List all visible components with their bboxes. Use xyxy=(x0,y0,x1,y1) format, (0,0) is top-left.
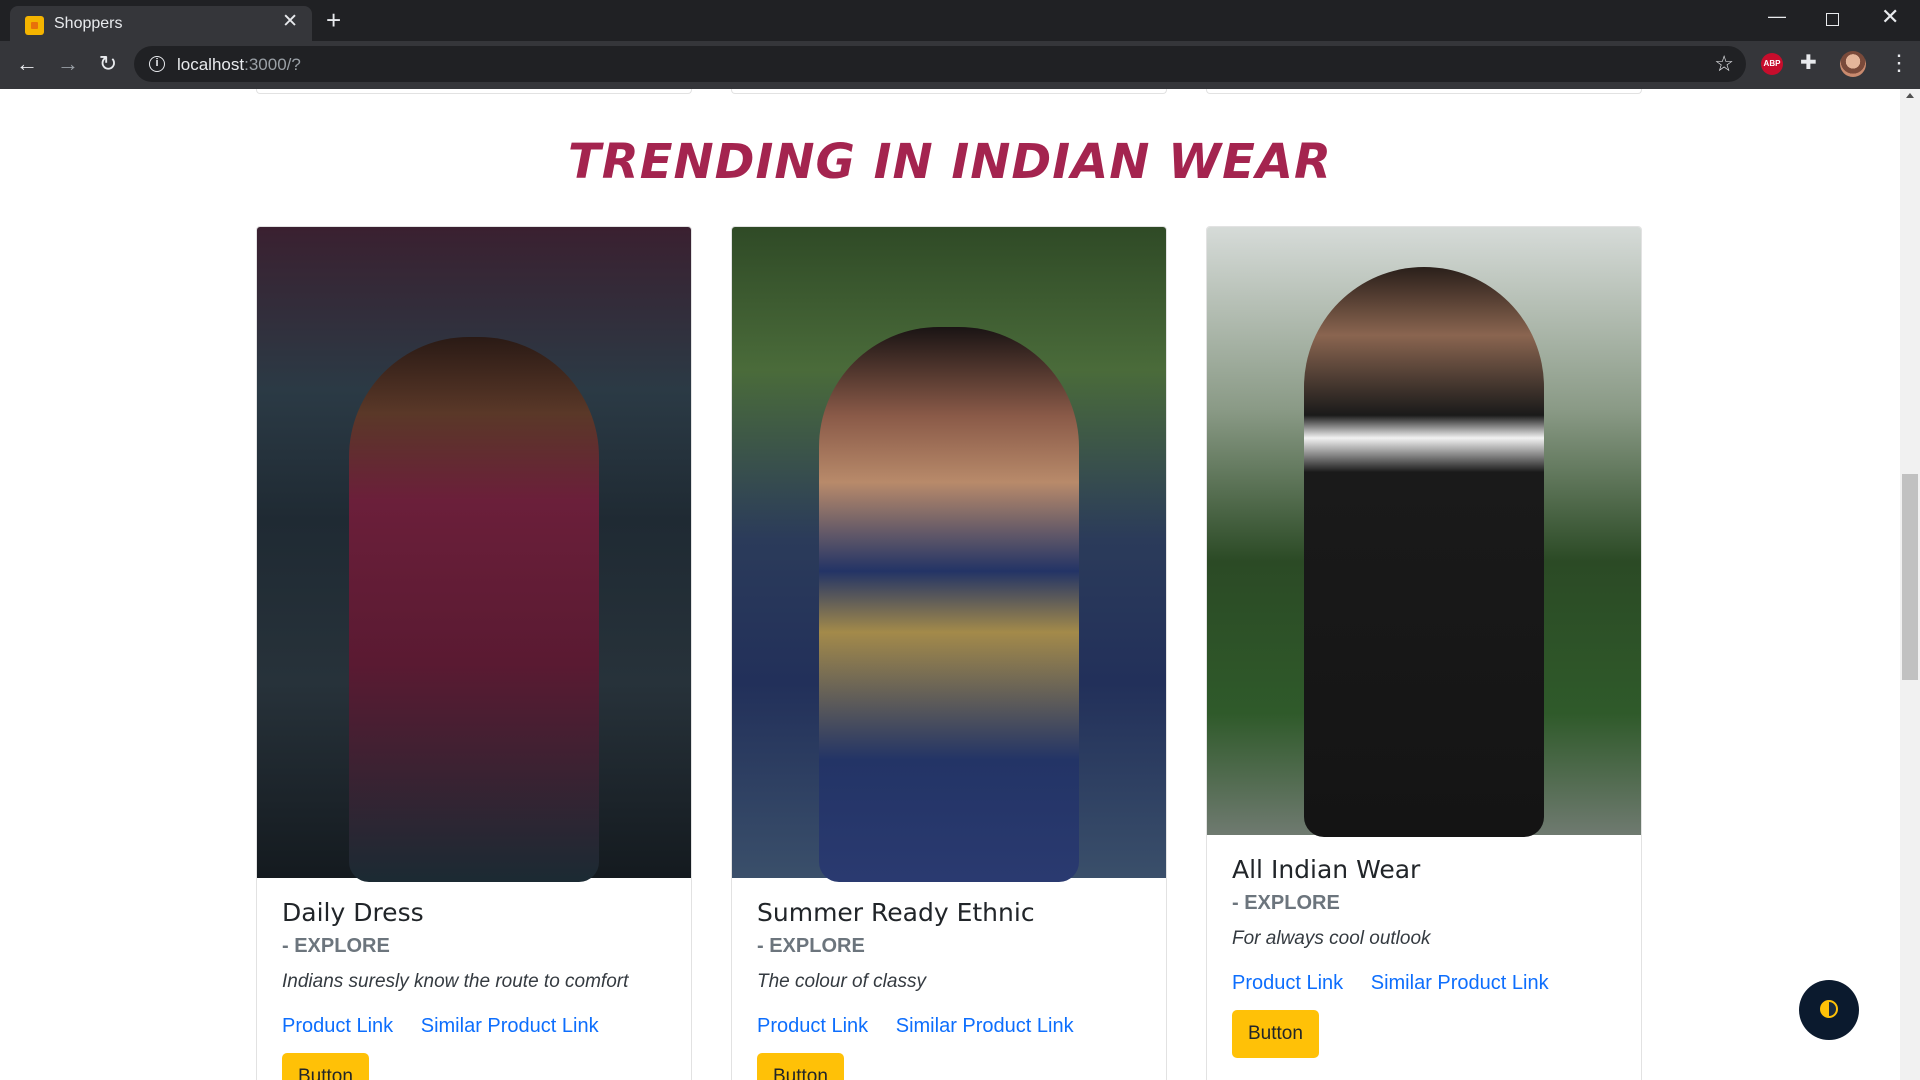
info-icon[interactable]: i xyxy=(149,56,165,72)
reload-icon[interactable]: ↻ xyxy=(94,50,122,78)
page-scrollbar[interactable] xyxy=(1900,89,1920,1080)
product-image xyxy=(257,227,691,882)
card-body: Summer Ready Ethnic - EXPLORE The colour… xyxy=(757,897,1147,1080)
card-text: For always cool outlook xyxy=(1232,928,1431,949)
product-card: All Indian Wear - EXPLORE For always coo… xyxy=(1206,226,1642,1080)
product-link[interactable]: Product Link xyxy=(757,1015,868,1037)
tab-title: Shoppers xyxy=(54,15,123,32)
model-figure xyxy=(1304,267,1544,837)
browser-tab[interactable]: Shoppers ✕ xyxy=(10,6,312,41)
kebab-menu-icon[interactable]: ⋮ xyxy=(1888,49,1910,77)
product-image xyxy=(1207,227,1641,837)
previous-card-bottom xyxy=(1206,89,1642,94)
adblock-extension-icon[interactable]: ABP xyxy=(1761,53,1783,75)
favicon-icon xyxy=(25,16,44,35)
card-body: Daily Dress - EXPLORE Indians suresly kn… xyxy=(282,897,672,1080)
arrow-right-icon[interactable]: → xyxy=(54,50,82,78)
restore-icon[interactable] xyxy=(1826,13,1839,26)
page-viewport: TRENDING IN INDIAN WEAR Daily Dress - EX… xyxy=(0,89,1900,1080)
card-subtitle: - EXPLORE xyxy=(757,935,865,957)
previous-card-bottom xyxy=(731,89,1167,94)
card-links: Product Link Similar Product Link xyxy=(757,1013,1147,1039)
card-links: Product Link Similar Product Link xyxy=(282,1013,672,1039)
url-path: :3000/? xyxy=(244,55,301,74)
avatar[interactable] xyxy=(1840,51,1866,77)
card-text: Indians suresly know the route to comfor… xyxy=(282,971,629,992)
arrow-left-icon[interactable]: ← xyxy=(13,50,41,78)
card-title: All Indian Wear xyxy=(1232,855,1421,884)
card-title: Daily Dress xyxy=(282,898,424,927)
browser-tab-bar: Shoppers ✕ + — ✕ xyxy=(0,0,1920,41)
product-link[interactable]: Product Link xyxy=(282,1015,393,1037)
url-host: localhost xyxy=(177,55,245,74)
similar-product-link[interactable]: Similar Product Link xyxy=(1371,972,1549,994)
theme-toggle-button[interactable] xyxy=(1799,980,1859,1040)
puzzle-icon[interactable]: ✚ xyxy=(1800,50,1817,75)
card-title: Summer Ready Ethnic xyxy=(757,898,1035,927)
address-bar[interactable]: i localhost:3000/? ☆ xyxy=(134,46,1746,82)
scroll-up-icon[interactable] xyxy=(1906,93,1914,98)
product-card: Summer Ready Ethnic - EXPLORE The colour… xyxy=(731,226,1167,1080)
card-subtitle: - EXPLORE xyxy=(282,935,390,957)
card-links: Product Link Similar Product Link xyxy=(1232,970,1622,996)
product-image xyxy=(732,227,1166,882)
browser-toolbar: ← → ↻ i localhost:3000/? ☆ ABP ✚ ⋮ xyxy=(0,41,1920,89)
window-close-icon[interactable]: ✕ xyxy=(1881,5,1899,29)
card-button[interactable]: Button xyxy=(1232,1010,1319,1058)
new-tab-icon[interactable]: + xyxy=(326,6,341,34)
model-figure xyxy=(819,327,1079,882)
similar-product-link[interactable]: Similar Product Link xyxy=(896,1015,1074,1037)
card-body: All Indian Wear - EXPLORE For always coo… xyxy=(1232,854,1622,1058)
minimize-icon[interactable]: — xyxy=(1768,4,1786,28)
section-title: TRENDING IN INDIAN WEAR xyxy=(568,134,1332,190)
star-icon[interactable]: ☆ xyxy=(1714,51,1734,77)
card-button[interactable]: Button xyxy=(757,1053,844,1080)
previous-card-bottom xyxy=(256,89,692,94)
card-subtitle: - EXPLORE xyxy=(1232,892,1340,914)
url-text[interactable]: localhost:3000/? xyxy=(177,55,301,75)
scroll-thumb[interactable] xyxy=(1902,474,1918,680)
half-moon-icon xyxy=(1820,1000,1838,1018)
model-figure xyxy=(349,337,599,882)
similar-product-link[interactable]: Similar Product Link xyxy=(421,1015,599,1037)
tab-close-icon[interactable]: ✕ xyxy=(282,12,298,32)
product-card: Daily Dress - EXPLORE Indians suresly kn… xyxy=(256,226,692,1080)
card-button[interactable]: Button xyxy=(282,1053,369,1080)
product-link[interactable]: Product Link xyxy=(1232,972,1343,994)
card-text: The colour of classy xyxy=(757,971,926,992)
